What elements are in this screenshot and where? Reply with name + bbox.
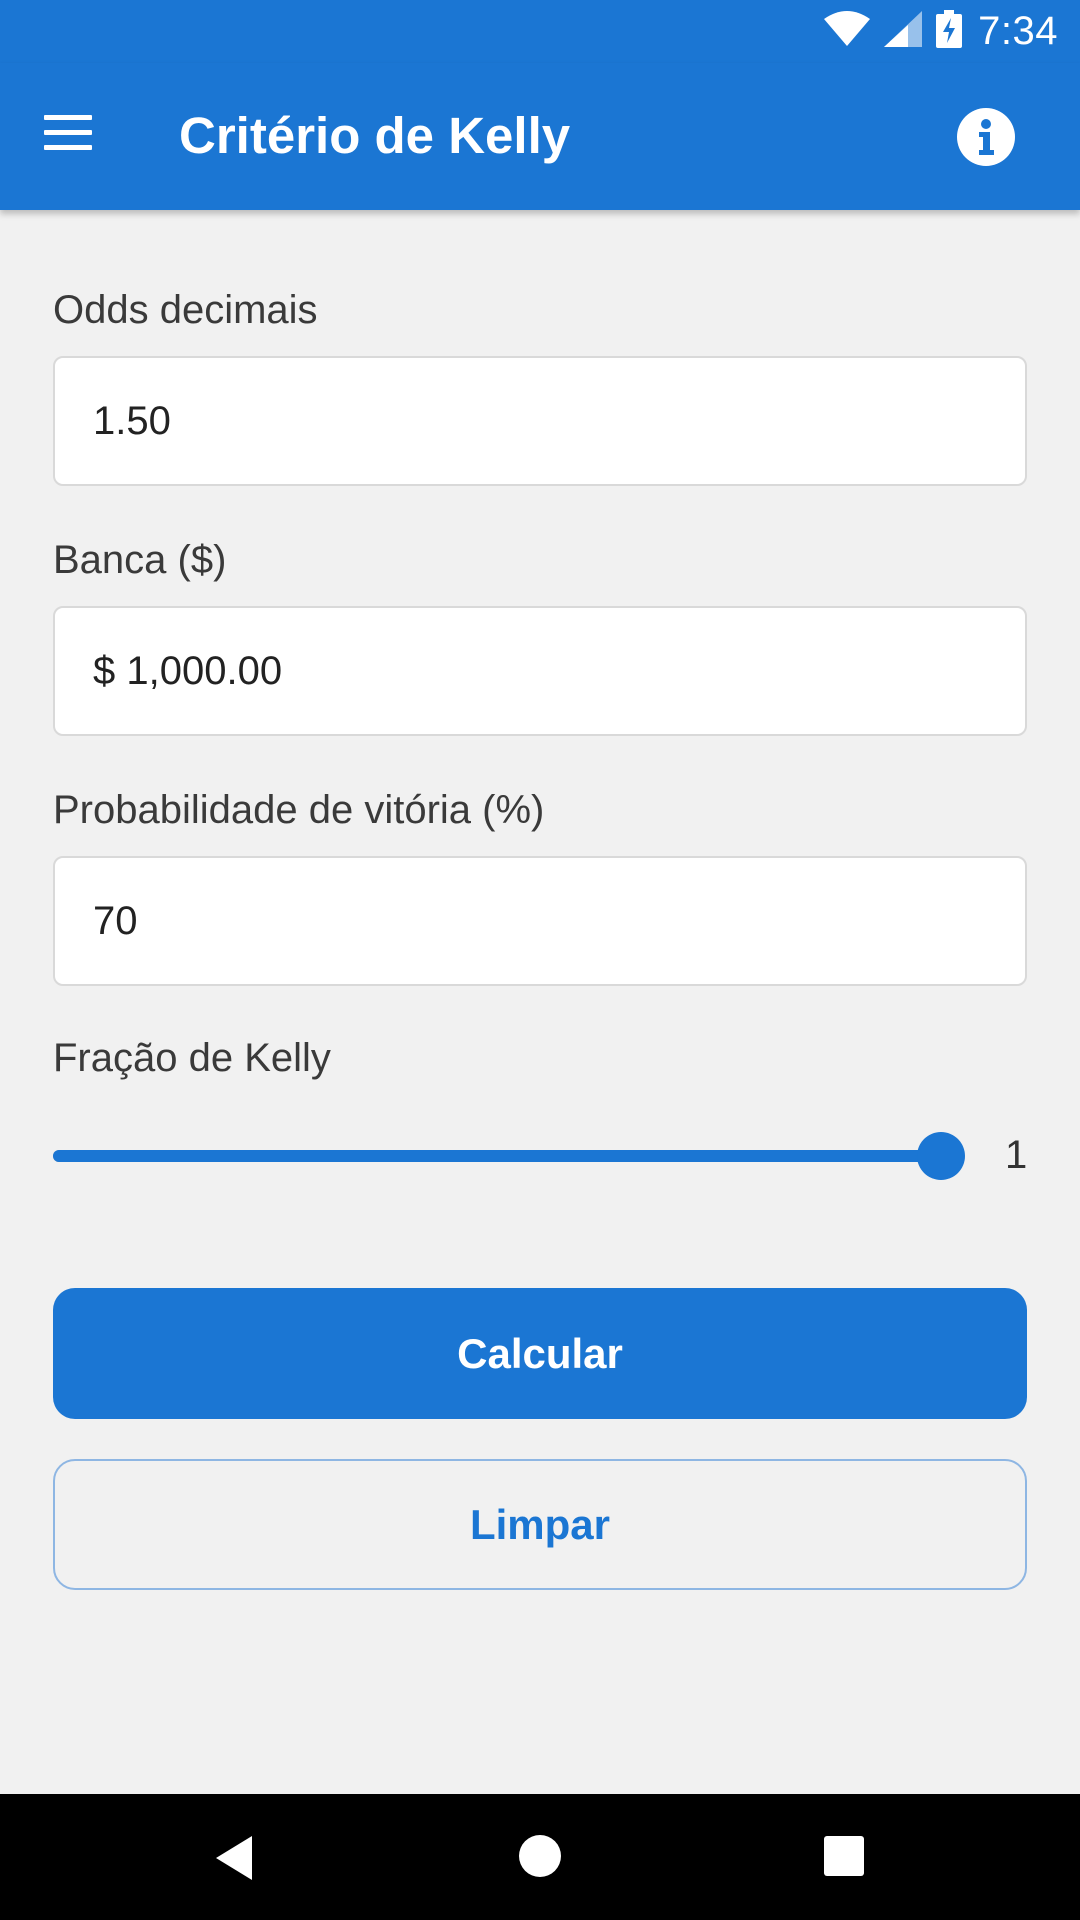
back-icon[interactable] (212, 1834, 256, 1887)
recents-icon[interactable] (823, 1835, 865, 1882)
odds-input[interactable] (53, 356, 1027, 486)
app-bar: Critério de Kelly (0, 63, 1080, 210)
page-title: Critério de Kelly (179, 107, 571, 164)
info-icon[interactable] (955, 106, 1017, 168)
calculate-button[interactable]: Calcular (53, 1288, 1027, 1419)
slider-thumb[interactable] (917, 1132, 965, 1180)
probability-input[interactable] (53, 856, 1027, 986)
home-icon[interactable] (518, 1834, 562, 1883)
battery-charging-icon (936, 10, 963, 53)
status-bar: 7:34 (0, 0, 1080, 63)
kelly-fraction-label: Fração de Kelly (53, 1036, 331, 1080)
odds-label: Odds decimais (53, 288, 318, 332)
status-time: 7:34 (978, 9, 1058, 53)
bankroll-label: Banca ($) (53, 538, 227, 582)
bankroll-input[interactable] (53, 606, 1027, 736)
wifi-icon (824, 11, 871, 52)
hamburger-menu-icon[interactable] (30, 101, 106, 163)
kelly-fraction-value: 1 (1005, 1133, 1028, 1177)
probability-label: Probabilidade de vitória (%) (53, 788, 545, 832)
kelly-fraction-slider[interactable] (53, 1132, 965, 1180)
navigation-bar (0, 1794, 1080, 1920)
signal-icon (884, 11, 923, 52)
slider-fill (53, 1150, 941, 1162)
clear-button[interactable]: Limpar (53, 1459, 1027, 1590)
